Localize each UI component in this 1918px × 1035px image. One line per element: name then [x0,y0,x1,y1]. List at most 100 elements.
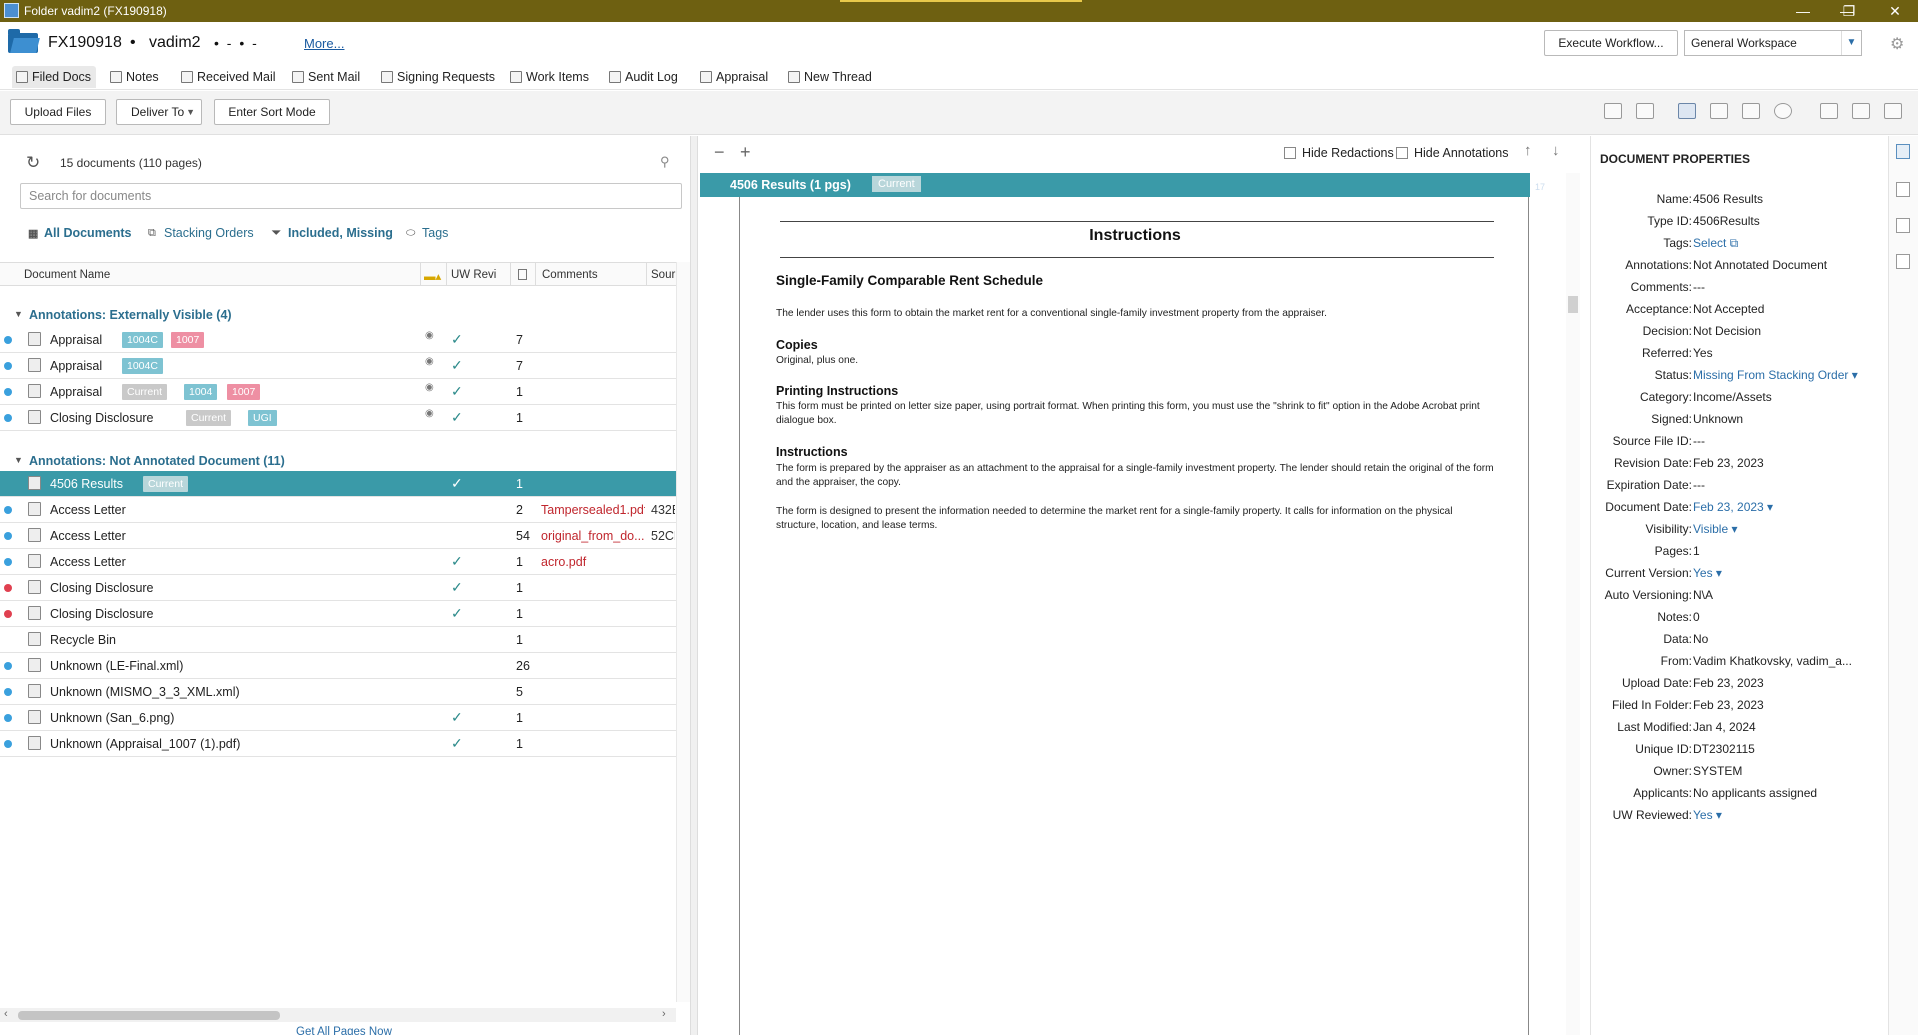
tab-label: Sent Mail [308,70,361,84]
tab-filed-docs[interactable]: Filed Docs [12,66,96,88]
table-row[interactable]: Closing Disclosure Current UGI ◉ ✓ 1 [0,405,676,431]
group-externally-visible[interactable]: ▼ Annotations: Externally Visible (4) [14,308,232,322]
property-value[interactable]: Visible ▾ [1693,522,1738,536]
layout-list-icon[interactable] [1678,103,1696,119]
tab-audit-log[interactable]: Audit Log [605,66,678,88]
table-row[interactable]: Unknown (San_6.png) ✓ 1 [0,705,676,731]
workspace-select[interactable]: General Workspace ▼ [1684,30,1862,56]
uw-reviewed-check-icon: ✓ [451,553,463,569]
panel-splitter[interactable] [690,136,698,1035]
table-row[interactable]: Appraisal Current 1004 1007 ◉ ✓ 1 [0,379,676,405]
tab-received-mail[interactable]: Received Mail [177,66,276,88]
property-value: Not Annotated Document [1693,258,1828,272]
scroll-left-icon[interactable]: ‹ [4,1008,8,1020]
tab-appraisal[interactable]: Appraisal [696,66,768,88]
checkbox-box[interactable] [1396,147,1408,159]
tab-signing-requests[interactable]: Signing Requests [377,66,495,88]
folder-sort-icon[interactable]: ▬▴ [424,269,441,283]
comment-link[interactable]: Tampersealed1.pdf [541,503,645,517]
column-comments[interactable]: Comments [542,269,598,281]
table-row[interactable]: Unknown (LE-Final.xml) 26 [0,653,676,679]
gear-icon[interactable]: ⚙ [1890,34,1904,54]
uw-reviewed-check-icon: ✓ [451,331,463,347]
property-value[interactable]: Yes ▾ [1693,566,1722,580]
close-button[interactable]: ✕ [1872,0,1918,22]
column-uw-reviewed[interactable]: UW Revi [451,269,496,281]
filter-icon: ⏷ [272,227,281,239]
filter-tags[interactable]: ⬭ Tags [406,226,448,240]
search-icon[interactable]: ⚲ [660,154,670,170]
property-value[interactable]: Select ⧉ [1693,236,1738,251]
info-icon[interactable] [1774,103,1792,119]
copy-icon[interactable] [1852,103,1870,119]
table-row[interactable]: Recycle Bin 1 [0,627,676,653]
viewer-scroll-thumb[interactable] [1568,296,1578,313]
properties-icon[interactable] [1896,144,1910,159]
page-count: 54 [516,529,530,543]
tab-notes[interactable]: Notes [106,66,159,88]
table-row[interactable]: Unknown (MISMO_3_3_XML.xml) 5 [0,679,676,705]
horizontal-scroll-thumb[interactable] [18,1011,280,1020]
layout-grid-icon[interactable] [1710,103,1728,119]
table-row[interactable]: 4506 Results Current ✓ 1 [0,471,676,497]
expand-icon[interactable] [1884,103,1902,119]
filter-included-missing[interactable]: ⏷ Included, Missing [272,226,393,240]
single-page-icon[interactable] [1742,103,1760,119]
table-row[interactable]: Appraisal 1004C ◉ ✓ 7 [0,353,676,379]
zoom-in-icon[interactable]: + [740,142,751,163]
tab-work-items[interactable]: Work Items [506,66,589,88]
table-row[interactable]: Unknown (Appraisal_1007 (1).pdf) ✓ 1 [0,731,676,757]
property-label: Data: [1663,632,1692,646]
hide-redactions-checkbox[interactable]: Hide Redactions [1284,146,1394,160]
column-document-name[interactable]: Document Name [24,269,110,281]
upload-files-button[interactable]: Upload Files [10,99,106,125]
arrow-down-icon[interactable]: ↓ [1552,142,1560,159]
hide-annotations-checkbox[interactable]: Hide Annotations [1396,146,1509,160]
tab-sent-mail[interactable]: Sent Mail [288,66,360,88]
property-value: 4506Results [1693,214,1760,228]
list-vertical-scrollbar[interactable] [676,262,690,1002]
notes-panel-icon[interactable] [1896,182,1910,197]
search-input[interactable]: Search for documents [20,183,682,209]
refresh-icon[interactable]: ↻ [26,153,40,173]
checkbox-box[interactable] [1284,147,1296,159]
split-view-icon[interactable] [1820,103,1838,119]
more-link[interactable]: More... [304,36,344,51]
chevron-down-icon[interactable]: ▼ [1841,31,1861,55]
property-value[interactable]: Missing From Stacking Order ▾ [1693,368,1858,382]
table-row[interactable]: Closing Disclosure ✓ 1 [0,575,676,601]
maximize-button[interactable]: ❐ [1826,0,1872,22]
deliver-to-button[interactable]: Deliver To ▼ [116,99,202,125]
execute-workflow-button[interactable]: Execute Workflow... [1544,30,1678,56]
table-row[interactable]: Access Letter 2 Tampersealed1.pdf 432E [0,497,676,523]
arrow-up-icon[interactable]: ↑ [1524,142,1532,159]
clipboard-icon[interactable] [1896,254,1910,269]
zoom-out-icon[interactable]: − [714,142,725,163]
stamp-icon[interactable] [1604,103,1622,119]
table-row[interactable]: Appraisal 1004C 1007 ◉ ✓ 7 [0,327,676,353]
get-all-pages-link[interactable]: Get All Pages Now [296,1026,392,1035]
document-icon [28,684,41,698]
minimize-button[interactable]: — [1780,0,1826,22]
column-source[interactable]: Sour [651,269,675,281]
property-label: Revision Date: [1613,456,1692,470]
versions-icon[interactable] [1896,218,1910,233]
document-name: Unknown (San_6.png) [50,711,175,725]
filter-stacking-orders[interactable]: ⧉ Stacking Orders [148,226,254,240]
highlight-icon[interactable] [1636,103,1654,119]
property-value[interactable]: Feb 23, 2023 ▾ [1693,500,1773,514]
page-count: 1 [516,711,523,725]
property-value[interactable]: Yes ▾ [1693,808,1722,822]
filter-all-documents[interactable]: ▦ All Documents [28,226,132,240]
enter-sort-mode-button[interactable]: Enter Sort Mode [214,99,330,125]
page-count: 1 [516,737,523,751]
comment-link[interactable]: acro.pdf [541,555,645,569]
table-row[interactable]: Access Letter ✓ 1 acro.pdf [0,549,676,575]
scroll-right-icon[interactable]: › [662,1008,666,1020]
table-row[interactable]: Access Letter 54 original_from_do... 52CE [0,523,676,549]
table-row[interactable]: Closing Disclosure ✓ 1 [0,601,676,627]
tab-new-thread[interactable]: New Thread [784,66,872,88]
comment-link[interactable]: original_from_do... [541,529,645,543]
audit-log-icon [609,71,621,83]
group-not-annotated[interactable]: ▼ Annotations: Not Annotated Document (11… [14,454,285,468]
